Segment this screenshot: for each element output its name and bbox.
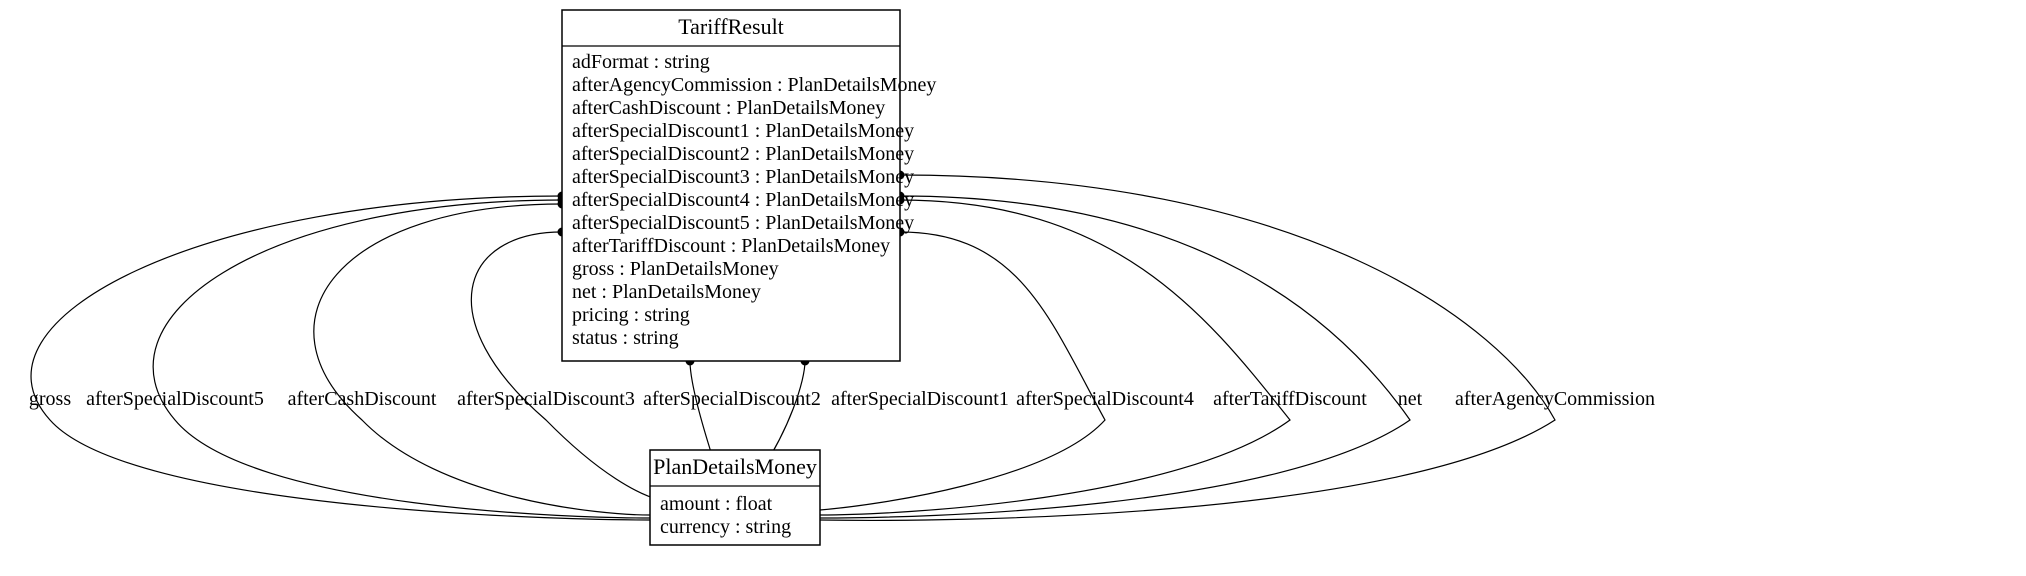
class-title-tariff-result: TariffResult — [678, 14, 784, 39]
class-tariff-result: TariffResult adFormat : string afterAgen… — [562, 10, 936, 361]
attr: amount : float — [660, 493, 773, 515]
attr: afterSpecialDiscount2 : PlanDetailsMoney — [572, 143, 914, 165]
class-title-plan-details-money: PlanDetailsMoney — [653, 454, 817, 479]
attr: afterSpecialDiscount4 : PlanDetailsMoney — [572, 189, 914, 211]
attr: pricing : string — [572, 304, 690, 326]
edge-label-afterSpecialDiscount4: afterSpecialDiscount4 — [1016, 388, 1194, 410]
attr: afterAgencyCommission : PlanDetailsMoney — [572, 74, 936, 96]
attr: adFormat : string — [572, 51, 710, 73]
edge-label-afterSpecialDiscount5: afterSpecialDiscount5 — [86, 388, 264, 410]
edge-label-afterSpecialDiscount3: afterSpecialDiscount3 — [457, 388, 635, 410]
attr: afterSpecialDiscount1 : PlanDetailsMoney — [572, 120, 914, 142]
attr: afterCashDiscount : PlanDetailsMoney — [572, 97, 885, 119]
edge-label-gross: gross — [29, 388, 71, 410]
edge-label-afterAgencyCommission: afterAgencyCommission — [1455, 388, 1655, 410]
edge-label-afterSpecialDiscount1: afterSpecialDiscount1 — [831, 388, 1009, 410]
class-plan-details-money: PlanDetailsMoney amount : float currency… — [650, 450, 820, 545]
attr: afterSpecialDiscount3 : PlanDetailsMoney — [572, 166, 914, 188]
attr: status : string — [572, 327, 679, 349]
edge-afterAgencyCommission: afterAgencyCommission — [820, 171, 1655, 520]
attr: net : PlanDetailsMoney — [572, 281, 761, 303]
attr: gross : PlanDetailsMoney — [572, 258, 779, 280]
edge-label-net: net — [1398, 388, 1423, 410]
edge-afterTariffDiscount: afterTariffDiscount — [820, 196, 1367, 515]
edge-label-afterCashDiscount: afterCashDiscount — [288, 388, 437, 410]
attr: currency : string — [660, 516, 791, 538]
attr: afterTariffDiscount : PlanDetailsMoney — [572, 235, 890, 257]
attr: afterSpecialDiscount5 : PlanDetailsMoney — [572, 212, 914, 234]
edge-net: net — [820, 192, 1423, 518]
edge-gross: gross — [29, 192, 650, 520]
edge-label-afterTariffDiscount: afterTariffDiscount — [1213, 388, 1367, 410]
